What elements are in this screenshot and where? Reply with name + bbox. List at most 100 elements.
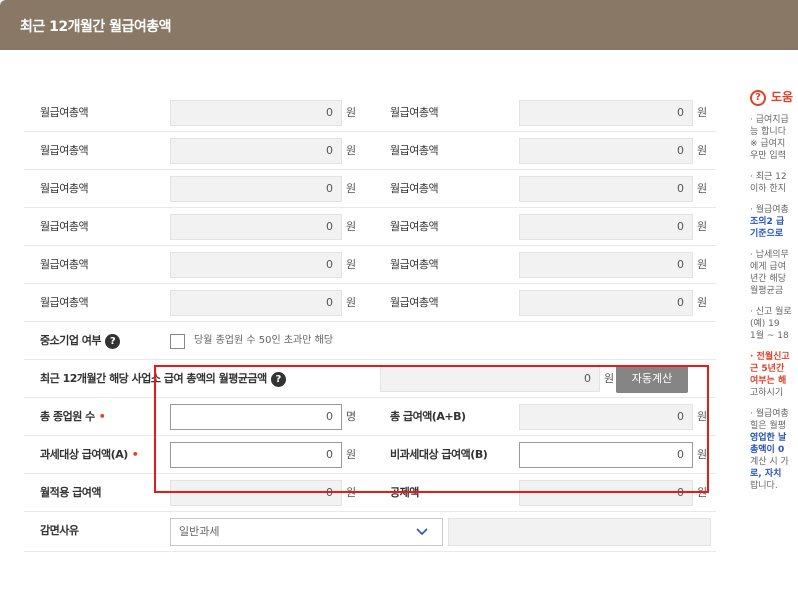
help-item: · 납세의무 에게 급여 년간 해당 월평균금 [750, 250, 789, 296]
monthly-row: 월급여총액 0 원 월급여총액 0 원 [24, 132, 716, 170]
required-mark: • [131, 448, 139, 461]
unit-label: 명 [346, 410, 357, 423]
taxable-row: 과세대상 급여액(A) • 0 원 비과세대상 급여액(B) 0 원 [24, 436, 716, 474]
monthly-row: 월급여총액 0 원 월급여총액 0 원 [24, 208, 716, 246]
unit-label: 원 [697, 182, 708, 195]
employees-label-text: 총 종업원 수 [40, 410, 95, 423]
unit-label: 원 [697, 144, 708, 157]
unit-label: 원 [697, 258, 708, 271]
sme-label: 중소기업 여부? [40, 322, 121, 360]
monthly-pay-field[interactable]: 0 [519, 176, 693, 202]
monthly-pay-label: 월급여총액 [390, 220, 439, 233]
monthly-pay-field[interactable]: 0 [170, 100, 342, 126]
header-spacer [0, 50, 798, 76]
unit-label: 원 [346, 448, 357, 461]
unit-label: 원 [346, 258, 357, 271]
help-item: · 신고 월로 (예) 19 1월 ~ 18 [750, 307, 792, 341]
total-pay-label: 총 급여액(A+B) [390, 410, 466, 423]
monthly-pay-label: 월급여총액 [40, 144, 89, 157]
auto-calc-button[interactable]: 자동계산 [616, 365, 688, 393]
monthly-pay-field[interactable]: 0 [519, 290, 693, 316]
unit-label: 원 [697, 486, 708, 499]
monthly-pay-label: 월급여총액 [40, 220, 89, 233]
monthly-pay-field[interactable]: 0 [170, 176, 342, 202]
unit-label: 원 [346, 182, 357, 195]
unit-label: 원 [697, 106, 708, 119]
total-pay-field: 0 [519, 404, 693, 430]
monthly-pay-label: 월급여총액 [390, 258, 439, 271]
help-item: · 월급여총 조의2 급 기준으로 [750, 205, 789, 239]
help-title-text: 도움 [771, 90, 794, 104]
unit-label: 원 [346, 486, 357, 499]
required-mark: • [98, 410, 106, 423]
section-header: 최근 12개월간 월급여총액 [0, 0, 798, 50]
monthly-row: 월급여총액 0 원 월급여총액 0 원 [24, 170, 716, 208]
reduction-select[interactable]: 일반과세 [170, 518, 443, 546]
monthly-pay-field[interactable]: 0 [519, 214, 693, 240]
help-panel: ? 도움 · 급여지급 능 합니다 ※ 급여지 우만 입력 · 최근 12 이하 한지 ·… [750, 86, 798, 501]
applied-pay-field: 0 [170, 480, 342, 506]
sme-checkbox-label: 당월 종업원 수 50인 초과만 해당 [194, 335, 334, 346]
unit-label: 원 [346, 296, 357, 309]
monthly-pay-field[interactable]: 0 [170, 290, 342, 316]
monthly-row: 월급여총액 0 원 월급여총액 0 원 [24, 246, 716, 284]
average-row: 최근 12개월간 해당 사업소 급여 총액의 월평균금액? 0 원 자동계산 [24, 360, 716, 398]
pay-form: 월급여총액 0 원 월급여총액 0 원 월급여총액 0 원 월급여총액 0 원 … [24, 94, 716, 552]
deduction-field: 0 [519, 480, 693, 506]
unit-label: 원 [346, 220, 357, 233]
help-item: · 급여지급 능 합니다 ※ 급여지 우만 입력 [750, 115, 789, 161]
monthly-pay-field[interactable]: 0 [519, 252, 693, 278]
taxable-label-text: 과세대상 급여액(A) [40, 448, 128, 461]
help-item: · 전월신고 근 5년간 여부는 해 고하시기 [750, 352, 790, 398]
sme-label-text: 중소기업 여부 [40, 334, 102, 347]
monthly-pay-field[interactable]: 0 [170, 138, 342, 164]
average-label: 최근 12개월간 해당 사업소 급여 총액의 월평균금액? [40, 360, 286, 398]
monthly-pay-label: 월급여총액 [40, 182, 89, 195]
average-amount-field: 0 [380, 366, 600, 392]
applied-row: 월적용 급여액 0 원 공제액 0 원 [24, 474, 716, 512]
monthly-pay-label: 월급여총액 [390, 182, 439, 195]
help-item: · 월급여총 힐은 월평 영업한 날 총액이 0 계산 시 가 로, 자치 랍니다. [750, 409, 789, 491]
monthly-row: 월급여총액 0 원 월급여총액 0 원 [24, 284, 716, 322]
monthly-pay-field[interactable]: 0 [519, 100, 693, 126]
deduction-label: 공제액 [390, 486, 419, 499]
help-item: · 최근 12 이하 한지 [750, 172, 787, 194]
unit-label: 원 [346, 144, 357, 157]
monthly-pay-field[interactable]: 0 [170, 214, 342, 240]
employees-row: 총 종업원 수 • 0 명 총 급여액(A+B) 0 원 [24, 398, 716, 436]
monthly-pay-label: 월급여총액 [390, 144, 439, 157]
reduction-detail-field [448, 518, 711, 546]
employees-label: 총 종업원 수 • [40, 398, 106, 436]
employees-input[interactable]: 0 [170, 404, 342, 430]
section-title: 최근 12개월간 월급여총액 [20, 19, 172, 35]
unit-label: 원 [697, 296, 708, 309]
taxable-input[interactable]: 0 [170, 442, 342, 468]
applied-pay-label: 월적용 급여액 [40, 486, 102, 499]
nontaxable-input[interactable]: 0 [519, 442, 693, 468]
monthly-row: 월급여총액 0 원 월급여총액 0 원 [24, 94, 716, 132]
unit-label: 원 [697, 448, 708, 461]
reduction-label: 감면사유 [40, 524, 79, 537]
average-label-text: 최근 12개월간 해당 사업소 급여 총액의 월평균금액 [40, 372, 267, 385]
help-icon[interactable]: ? [270, 371, 286, 387]
chevron-down-icon [416, 528, 428, 536]
unit-label: 원 [604, 372, 615, 385]
reduction-select-value: 일반과세 [179, 525, 220, 538]
reduction-row: 감면사유 일반과세 [24, 512, 716, 552]
monthly-pay-label: 월급여총액 [40, 296, 89, 309]
nontaxable-label: 비과세대상 급여액(B) [390, 448, 488, 461]
sme-row: 중소기업 여부? 당월 종업원 수 50인 초과만 해당 [24, 322, 716, 360]
monthly-pay-label: 월급여총액 [390, 106, 439, 119]
monthly-pay-field[interactable]: 0 [170, 252, 342, 278]
unit-label: 원 [697, 220, 708, 233]
sme-checkbox[interactable] [170, 334, 185, 349]
help-icon[interactable]: ? [105, 333, 121, 349]
unit-label: 원 [697, 410, 708, 423]
monthly-pay-field[interactable]: 0 [519, 138, 693, 164]
taxable-label: 과세대상 급여액(A) • [40, 436, 139, 474]
monthly-pay-label: 월급여총액 [40, 106, 89, 119]
help-title: ? 도움 [750, 86, 798, 108]
unit-label: 원 [346, 106, 357, 119]
help-circle-icon: ? [750, 89, 766, 106]
monthly-pay-label: 월급여총액 [390, 296, 439, 309]
